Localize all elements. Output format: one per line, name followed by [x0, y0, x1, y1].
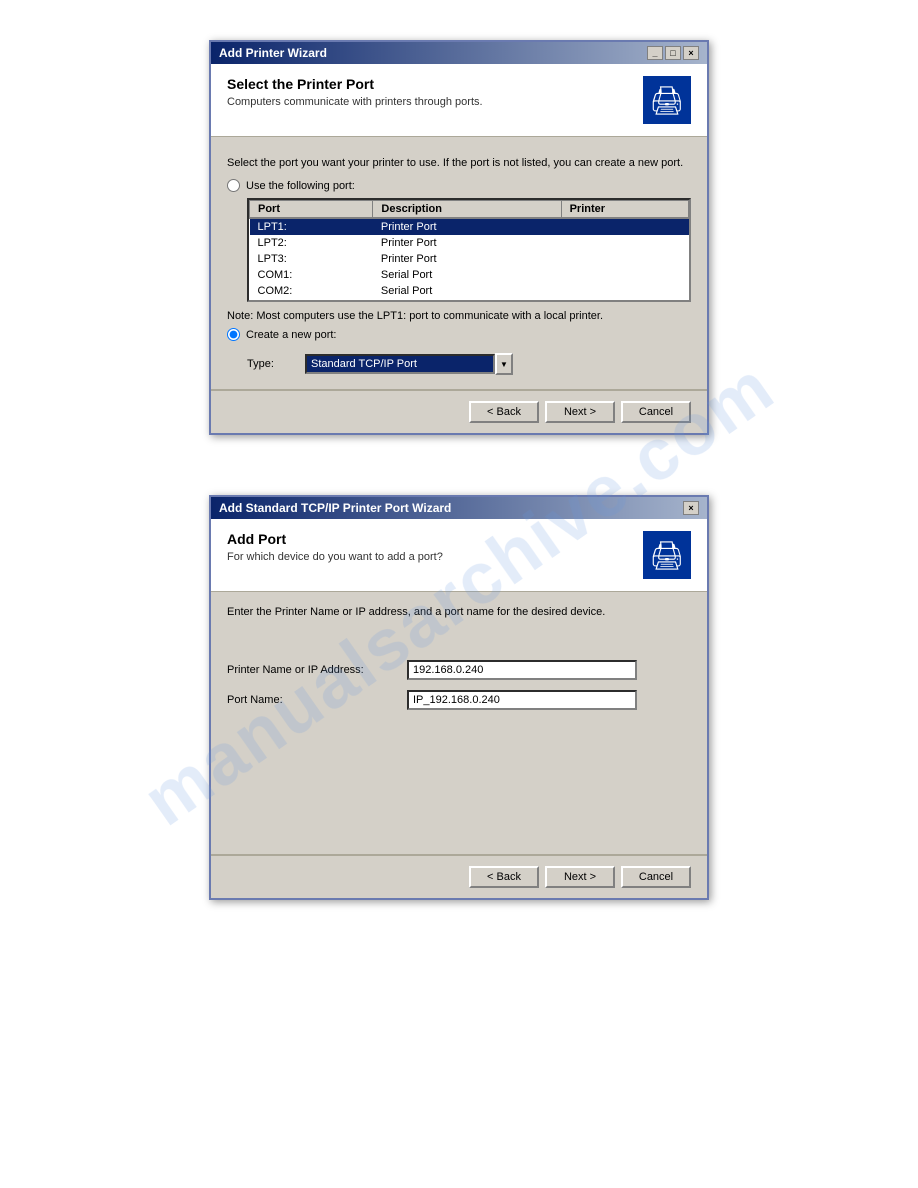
type-dropdown-value[interactable]: Standard TCP/IP Port	[305, 354, 495, 374]
dialog1-instruction: Select the port you want your printer to…	[227, 157, 691, 169]
maximize-btn[interactable]: □	[665, 46, 681, 60]
dialog2-header: Add Port For which device do you want to…	[211, 519, 707, 592]
dialog2-back-button[interactable]: < Back	[469, 866, 539, 888]
table-row[interactable]: LPT2:Printer Port	[250, 235, 689, 251]
port-name-label: Port Name:	[227, 694, 407, 706]
cell-port: COM3:	[250, 299, 373, 300]
dialog2-header-text: Add Port For which device do you want to…	[227, 531, 443, 563]
cell-description: Serial Port	[373, 299, 561, 300]
printer-name-label: Printer Name or IP Address:	[227, 664, 407, 676]
dialog2-icon: 🖨	[643, 531, 691, 579]
dialog1-icon: 🖨	[643, 76, 691, 124]
col-description: Description	[373, 201, 561, 219]
dialog2-title: Add Standard TCP/IP Printer Port Wizard	[219, 501, 451, 515]
port-name-row: Port Name:	[227, 690, 691, 710]
port-table-scroll[interactable]: Port Description Printer LPT1:Printer Po…	[249, 200, 689, 300]
type-dropdown-btn[interactable]: ▼	[495, 353, 513, 375]
table-row[interactable]: COM3:Serial Port	[250, 299, 689, 300]
minimize-btn[interactable]: _	[647, 46, 663, 60]
printer-name-input[interactable]	[407, 660, 637, 680]
cell-printer	[561, 299, 688, 300]
dialog2-subtext: For which device do you want to add a po…	[227, 551, 443, 563]
col-port: Port	[250, 201, 373, 219]
close-btn[interactable]: ×	[683, 46, 699, 60]
dialog2-cancel-button[interactable]: Cancel	[621, 866, 691, 888]
col-printer: Printer	[561, 201, 688, 219]
cell-description: Serial Port	[373, 267, 561, 283]
cell-description: Serial Port	[373, 283, 561, 299]
cell-port: COM1:	[250, 267, 373, 283]
dialog2-titlebar-controls: ×	[683, 501, 699, 515]
type-row: Type: Standard TCP/IP Port ▼	[247, 353, 691, 375]
type-label: Type:	[247, 358, 297, 370]
new-port-section: Create a new port: Type: Standard TCP/IP…	[227, 328, 691, 375]
dialog1-header: Select the Printer Port Computers commun…	[211, 64, 707, 137]
dialog1-heading: Select the Printer Port	[227, 76, 483, 92]
cell-port: LPT2:	[250, 235, 373, 251]
dialog2-footer: < Back Next > Cancel	[211, 855, 707, 898]
cell-printer	[561, 235, 688, 251]
cell-port: COM2:	[250, 283, 373, 299]
dialog2-next-button[interactable]: Next >	[545, 866, 615, 888]
dialog1-cancel-button[interactable]: Cancel	[621, 401, 691, 423]
dialog1-subtext: Computers communicate with printers thro…	[227, 96, 483, 108]
printer-icon: 🖨	[649, 84, 685, 117]
table-row[interactable]: LPT1:Printer Port	[250, 218, 689, 235]
use-port-label: Use the following port:	[246, 180, 355, 192]
dialog1-back-button[interactable]: < Back	[469, 401, 539, 423]
port-table-container: Port Description Printer LPT1:Printer Po…	[247, 198, 691, 302]
create-port-radio-label[interactable]: Create a new port:	[227, 328, 691, 341]
table-row[interactable]: COM2:Serial Port	[250, 283, 689, 299]
create-port-label: Create a new port:	[246, 329, 337, 341]
dialog2-heading: Add Port	[227, 531, 443, 547]
cell-printer	[561, 251, 688, 267]
dialog1-title: Add Printer Wizard	[219, 46, 327, 60]
printer-icon-2: 🖨	[649, 539, 685, 572]
port-table: Port Description Printer LPT1:Printer Po…	[249, 200, 689, 300]
add-printer-wizard-dialog: Add Printer Wizard _ □ × Select the Prin…	[209, 40, 709, 435]
cell-description: Printer Port	[373, 218, 561, 235]
cell-description: Printer Port	[373, 251, 561, 267]
cell-port: LPT3:	[250, 251, 373, 267]
cell-printer	[561, 218, 688, 235]
port-name-input[interactable]	[407, 690, 637, 710]
dialog1-header-text: Select the Printer Port Computers commun…	[227, 76, 483, 108]
cell-printer	[561, 267, 688, 283]
use-port-radio[interactable]	[227, 179, 240, 192]
dialog2-titlebar: Add Standard TCP/IP Printer Port Wizard …	[211, 497, 707, 519]
lpt1-note: Note: Most computers use the LPT1: port …	[227, 310, 691, 322]
cell-port: LPT1:	[250, 218, 373, 235]
dialog1-body: Select the port you want your printer to…	[211, 137, 707, 389]
table-row[interactable]: LPT3:Printer Port	[250, 251, 689, 267]
cell-description: Printer Port	[373, 235, 561, 251]
dialog2-body: Enter the Printer Name or IP address, an…	[211, 592, 707, 854]
dialog1-titlebar: Add Printer Wizard _ □ ×	[211, 42, 707, 64]
add-tcpip-port-wizard-dialog: Add Standard TCP/IP Printer Port Wizard …	[209, 495, 709, 900]
create-port-radio[interactable]	[227, 328, 240, 341]
dialog2-close-btn[interactable]: ×	[683, 501, 699, 515]
type-select-wrapper: Standard TCP/IP Port ▼	[305, 353, 513, 375]
use-port-radio-label[interactable]: Use the following port:	[227, 179, 691, 192]
dialog1-footer: < Back Next > Cancel	[211, 390, 707, 433]
dialog1-next-button[interactable]: Next >	[545, 401, 615, 423]
titlebar-controls: _ □ ×	[647, 46, 699, 60]
dialog2-instruction: Enter the Printer Name or IP address, an…	[227, 606, 691, 618]
printer-name-row: Printer Name or IP Address:	[227, 660, 691, 680]
cell-printer	[561, 283, 688, 299]
table-row[interactable]: COM1:Serial Port	[250, 267, 689, 283]
